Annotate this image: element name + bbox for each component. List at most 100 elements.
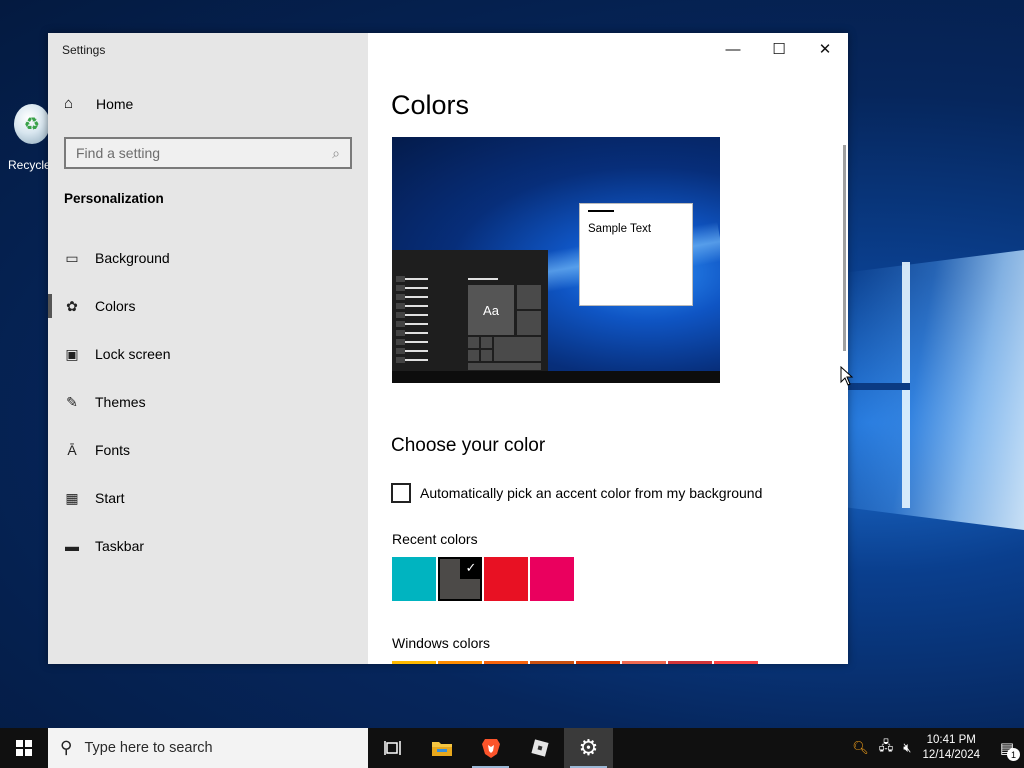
clock-date: 12/14/2024 [922,749,980,761]
task-view-button[interactable] [368,728,417,768]
section-title: Personalization [64,191,164,206]
content-scrollbar[interactable] [843,145,846,351]
recent-colors-list: ✓ [392,557,576,601]
sidebar-item-label: Background [95,250,170,266]
desktop-wallpaper-pane-divider [848,383,910,390]
search-tool-icon[interactable]: 🔍︎ [852,740,869,756]
windows-color-swatch[interactable] [392,661,436,664]
preview-tile [468,337,479,348]
preview-app-entry [396,330,428,336]
recycle-bin-icon: ♻ [14,104,50,144]
roblox-button[interactable] [515,728,564,768]
taskbar-search-box[interactable]: ⚲ Type here to search [48,728,368,768]
home-link[interactable]: ⌂ Home [64,95,133,112]
auto-accent-row[interactable]: Automatically pick an accent color from … [391,483,762,503]
brave-browser-icon [481,739,500,758]
sidebar-item-background[interactable]: ▭ Background [48,234,368,282]
windows-color-swatch[interactable] [668,661,712,664]
file-explorer-icon [431,742,452,756]
sidebar-item-taskbar[interactable]: ▬ Taskbar [48,522,368,570]
palette-icon: ✿ [66,297,78,314]
preview-tile [481,350,492,361]
taskbar-icon: ▬ [65,538,79,554]
preview-tile-header [468,278,498,280]
sidebar-item-fonts[interactable]: Ā Fonts [48,426,368,474]
choose-color-heading: Choose your color [391,435,546,456]
settings-icon: ⚙ [578,735,599,760]
recent-color-swatch[interactable] [530,557,574,601]
preview-app-entry [396,285,428,291]
recent-colors-label: Recent colors [392,531,478,547]
themes-icon: ✎ [66,393,78,410]
find-setting-input[interactable]: Find a setting ⌕ [64,137,352,169]
sidebar-item-label: Start [95,490,125,506]
find-setting-placeholder: Find a setting [76,145,161,161]
color-preview: Aa Sample Text [392,137,720,383]
settings-taskbar-button[interactable]: ⚙ [564,728,613,768]
file-explorer-button[interactable] [417,728,466,768]
network-icon[interactable]: 🖧︎ [879,737,894,759]
sidebar-item-start[interactable]: ▦ Start [48,474,368,522]
windows-color-swatch[interactable] [484,661,528,664]
preview-taskbar [392,371,720,383]
preview-window: Sample Text [579,203,693,306]
roblox-icon [530,739,549,757]
taskbar-search-placeholder: Type here to search [84,740,213,756]
auto-accent-checkbox[interactable] [391,483,411,503]
colors-page: Colors Aa Sample Text Choose your color … [391,33,841,664]
preview-app-entry [396,357,428,363]
preview-app-entry [396,312,428,318]
preview-tile [481,337,492,348]
checkmark-icon: ✓ [460,557,482,579]
preview-app-entry [396,339,428,345]
preview-app-entry [396,303,428,309]
sidebar-item-label: Lock screen [95,346,171,362]
recent-color-swatch[interactable] [392,557,436,601]
preview-start-menu: Aa [392,250,548,371]
sidebar-item-label: Colors [95,298,136,314]
windows-color-swatch[interactable] [622,661,666,664]
page-title: Colors [391,90,470,120]
sidebar-item-lock-screen[interactable]: ▣ Lock screen [48,330,368,378]
windows-color-swatch[interactable] [530,661,574,664]
preview-tile [517,285,541,309]
system-tray: 🔍︎ 🖧︎ 🔇︎ 10:41 PM 12/14/2024 ▤ 1 [847,728,1024,768]
windows-color-swatch[interactable] [714,661,758,664]
preview-tile [468,363,541,370]
windows-color-swatch[interactable] [438,661,482,664]
taskbar-clock[interactable]: 10:41 PM 12/14/2024 [922,733,980,763]
personalization-nav: ▭ Background ✿ Colors ▣ Lock screen ✎ Th… [48,234,368,570]
fonts-icon: Ā [67,442,77,458]
picture-icon: ▭ [65,249,79,266]
preview-tile [517,311,541,335]
search-icon: ⌕ [332,144,340,161]
preview-app-entry [396,348,428,354]
action-center-button[interactable]: ▤ 1 [990,728,1024,768]
recent-color-swatch[interactable] [484,557,528,601]
sidebar-item-colors[interactable]: ✿ Colors [48,282,368,330]
recent-color-swatch[interactable]: ✓ [438,557,482,601]
mouse-cursor-icon [840,366,854,386]
start-icon: ▦ [65,489,79,506]
lock-screen-icon: ▣ [65,345,79,362]
settings-sidebar: Settings ⌂ Home Find a setting ⌕ Persona… [48,33,368,664]
preview-app-entry [396,276,428,282]
preview-tile [468,350,479,361]
task-view-icon [383,741,401,755]
preview-sample-text: Sample Text [588,223,652,235]
windows-colors-label: Windows colors [392,635,491,651]
windows-logo-icon [16,740,32,756]
preview-tile-large: Aa [468,285,514,335]
sidebar-item-themes[interactable]: ✎ Themes [48,378,368,426]
brave-browser-button[interactable] [466,728,515,768]
windows-colors-list [392,661,760,664]
volume-muted-icon[interactable]: 🔇︎ [903,740,911,756]
preview-app-list [396,276,428,368]
preview-app-entry [396,294,428,300]
preview-app-entry [396,321,428,327]
preview-tile [494,337,541,361]
windows-color-swatch[interactable] [576,661,620,664]
auto-accent-label: Automatically pick an accent color from … [420,485,763,501]
sidebar-item-label: Themes [95,394,146,410]
start-button[interactable] [0,728,48,768]
